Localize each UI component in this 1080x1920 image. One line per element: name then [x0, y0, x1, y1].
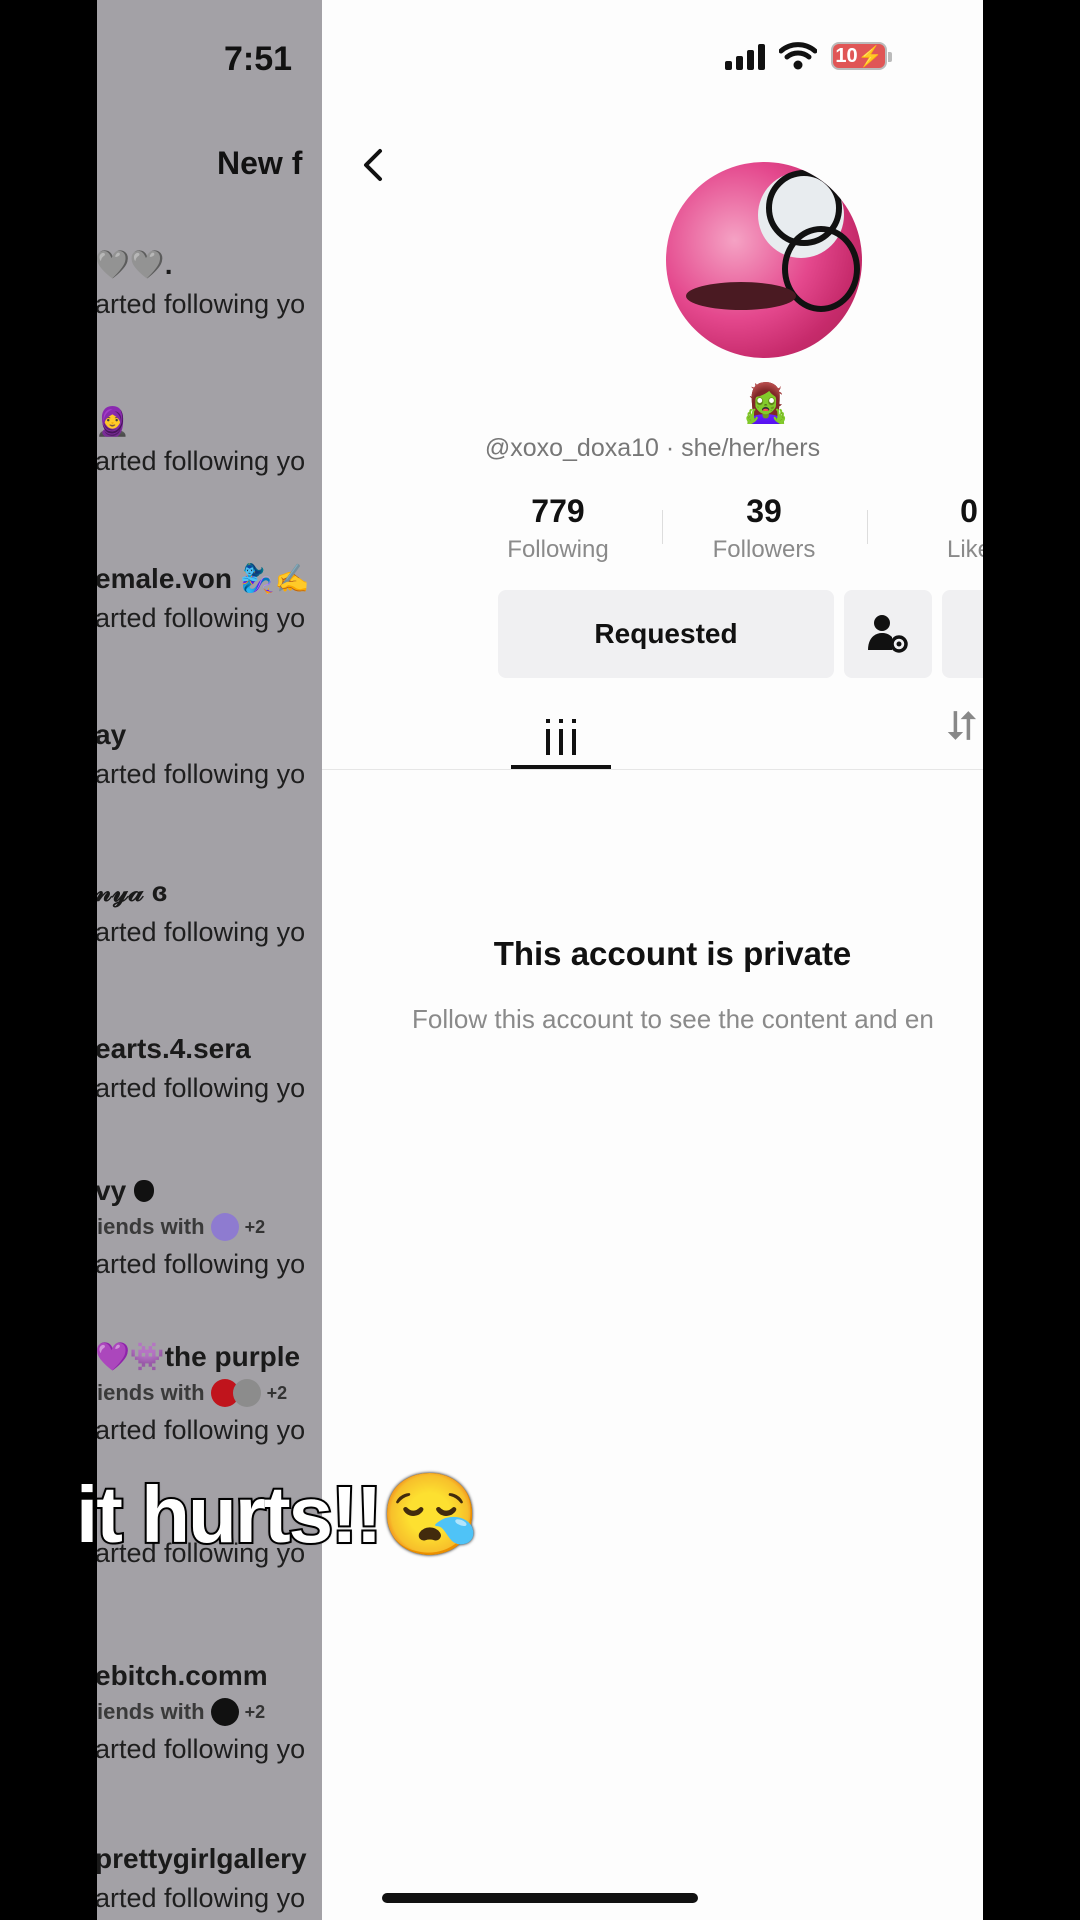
notification-name: prettygirlgallery — [97, 1843, 307, 1874]
notification-item[interactable]: ay arted following yo — [97, 719, 322, 790]
divider — [662, 510, 663, 544]
profile-emoji: 🧟‍♀️ — [742, 383, 790, 425]
notification-name: ay — [97, 719, 127, 750]
friend-avatar — [210, 1213, 239, 1241]
notification-item[interactable]: vy iends with +2 arted following yo — [97, 1175, 322, 1280]
notification-text: arted following yo — [97, 603, 306, 633]
apple-icon — [133, 1180, 154, 1202]
notification-text: arted following yo — [97, 1883, 306, 1913]
charging-bolt-icon: ⚡ — [857, 45, 883, 68]
notification-text: arted following yo — [97, 917, 306, 947]
notifications-pane: New f 🩶🩶. arted following yo 🧕 arted fol… — [97, 0, 322, 1920]
status-icons: 10 ⚡ — [725, 42, 892, 70]
profile-avatar[interactable] — [666, 162, 862, 358]
notification-name: earts.4.sera — [97, 1033, 251, 1064]
status-time: 7:51 — [224, 40, 293, 78]
notification-text: arted following yo — [97, 289, 306, 319]
following-stat[interactable]: 779 Following — [478, 493, 638, 564]
wifi-icon — [779, 42, 817, 70]
cellular-signal-icon — [725, 42, 765, 70]
video-caption: it hurts!!😪 — [74, 1468, 482, 1561]
notification-name: 🩶🩶. — [97, 249, 173, 280]
notification-name: 𝓃𝓎𝒶 ɞ — [97, 876, 168, 907]
mutual-friends: iends with +2 — [97, 1213, 266, 1241]
notification-item[interactable]: 🩶🩶. arted following yo — [97, 248, 322, 320]
mutual-friends: iends with +2 — [97, 1379, 288, 1407]
suggested-accounts-button[interactable] — [844, 590, 932, 678]
notification-item[interactable]: 𝓃𝓎𝒶 ɞ arted following yo — [97, 876, 322, 948]
divider — [867, 510, 868, 544]
notification-name: emale.von 🧞‍♀️✍ — [97, 563, 310, 594]
friend-avatar — [232, 1379, 261, 1407]
notification-name: 💜👾the purple — [97, 1341, 301, 1372]
home-indicator[interactable] — [382, 1893, 698, 1903]
mutual-friends: iends with +2 — [97, 1698, 266, 1726]
tab-divider — [322, 769, 983, 770]
grid-icon — [546, 719, 576, 755]
profile-handle: @xoxo_doxa10 · she/her/hers — [484, 434, 821, 462]
notification-text: arted following yo — [97, 759, 306, 789]
notification-item[interactable]: emale.von 🧞‍♀️✍ arted following yo — [97, 562, 322, 634]
notification-name: vy — [97, 1175, 322, 1207]
requested-button[interactable]: Requested — [498, 590, 834, 678]
more-button[interactable] — [942, 590, 983, 678]
notification-item[interactable]: 💜👾the purple iends with +2 arted followin… — [97, 1340, 322, 1446]
battery-icon: 10 ⚡ — [831, 42, 892, 70]
followers-stat[interactable]: 39 Followers — [684, 493, 844, 564]
profile-pane: 🧟‍♀️ @xoxo_doxa10 · she/her/hers 779 Fol… — [322, 0, 983, 1920]
notification-text: arted following yo — [97, 1249, 306, 1279]
friend-avatar — [210, 1698, 239, 1726]
notification-name: 🧕 — [97, 406, 130, 437]
private-account-title: This account is private — [493, 935, 852, 972]
tab-videos[interactable] — [511, 705, 611, 769]
person-gear-icon — [868, 615, 908, 653]
notification-item[interactable]: 🧕 arted following yo — [97, 405, 322, 477]
notification-item[interactable]: prettygirlgallery arted following yo — [97, 1843, 322, 1914]
repost-icon[interactable]: ⮃ — [946, 705, 978, 750]
notification-item[interactable]: earts.4.sera arted following yo — [97, 1033, 322, 1104]
likes-stat[interactable]: 0 Like — [889, 493, 983, 564]
back-arrow-icon[interactable] — [354, 145, 394, 185]
notification-item[interactable]: ebitch.comm iends with +2 arted following… — [97, 1660, 322, 1765]
notification-text: arted following yo — [97, 1415, 306, 1445]
notification-text: arted following yo — [97, 1734, 306, 1764]
notification-text: arted following yo — [97, 1073, 306, 1103]
notifications-title: New f — [217, 145, 303, 181]
private-account-subtitle: Follow this account to see the content a… — [412, 1004, 934, 1034]
notification-name: ebitch.comm — [97, 1660, 268, 1691]
notification-text: arted following yo — [97, 446, 306, 476]
